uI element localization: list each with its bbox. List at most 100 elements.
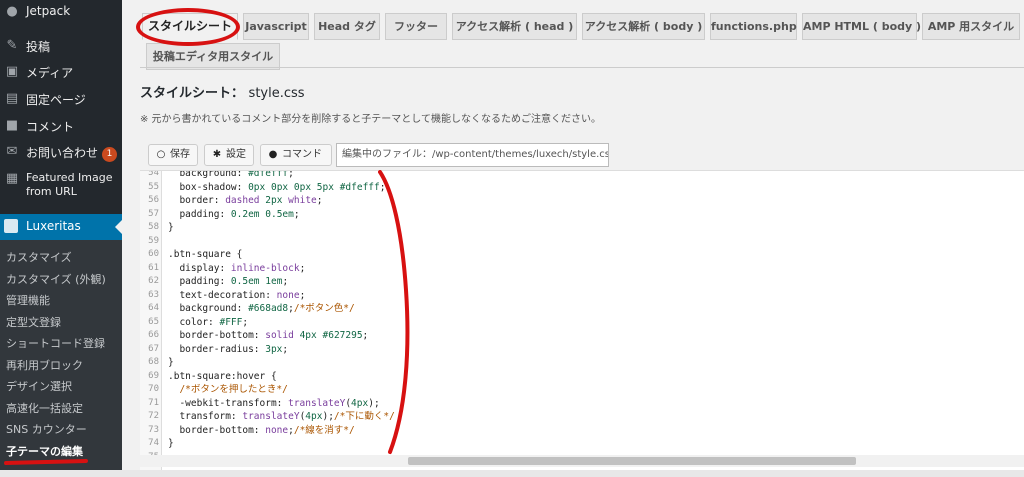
code-line[interactable]: 55 box-shadow: 0px 0px 0px 5px #dfefff; xyxy=(140,181,1024,195)
save-icon: ○ xyxy=(156,149,166,160)
tab-javascript[interactable]: Javascript xyxy=(243,13,309,40)
line-number: 57 xyxy=(148,208,159,219)
code-line[interactable]: 70 /*ボタンを押したとき*/ xyxy=(140,383,1024,397)
horizontal-scrollbar[interactable] xyxy=(140,455,1024,467)
submenu-child-theme-edit[interactable]: 子テーマの編集 xyxy=(6,443,83,459)
media-icon: ▣ xyxy=(5,64,19,79)
code-text: display: inline-block; xyxy=(168,262,306,274)
code-line[interactable]: 60 .btn-square { xyxy=(140,248,1024,262)
tab-amp-html[interactable]: AMP HTML ( body ) xyxy=(802,13,921,40)
sidebar-item-posts[interactable]: ✎ 投稿 xyxy=(0,38,122,54)
tab-editor-style[interactable]: 投稿エディタ用スタイル xyxy=(146,43,280,70)
line-number: 74 xyxy=(148,438,159,448)
code-line[interactable]: 72 transform: translateY(4px);/*下に動く*/ xyxy=(140,410,1024,424)
code-text: } xyxy=(168,222,174,233)
code-line[interactable]: 71 -webkit-transform: translateY(4px); xyxy=(140,397,1024,411)
submenu-reusable-block[interactable]: 再利用ブロック xyxy=(6,357,83,373)
code-line[interactable]: 73 border-bottom: none;/*線を消す*/ xyxy=(140,424,1024,438)
code-line[interactable]: 56 border: dashed 2px white; xyxy=(140,194,1024,208)
page-title-filename: style.css xyxy=(248,86,305,101)
submenu-sns-counter[interactable]: SNS カウンター xyxy=(6,421,87,437)
code-line[interactable]: 69 .btn-square:hover { xyxy=(140,370,1024,384)
code-line[interactable]: 63 text-decoration: none; xyxy=(140,289,1024,303)
code-line[interactable]: 61 display: inline-block; xyxy=(140,262,1024,276)
code-text: color: #FFF; xyxy=(168,316,249,328)
submenu-management[interactable]: 管理機能 xyxy=(6,292,50,308)
code-text: .btn-square:hover { xyxy=(168,370,277,382)
save-button[interactable]: ○ 保存 xyxy=(148,144,198,166)
submenu-customize[interactable]: カスタマイズ xyxy=(6,249,72,265)
contact-label: お問い合わせ xyxy=(26,146,99,160)
line-number: 60 xyxy=(148,249,159,259)
page-icon: ▤ xyxy=(5,91,19,106)
code-text: background: #dfefff; xyxy=(168,170,294,179)
main-content: スタイルシート Javascript Head タグ フッター アクセス解析 (… xyxy=(122,0,1024,470)
tab-head-tag[interactable]: Head タグ xyxy=(314,13,380,40)
line-number: 70 xyxy=(148,384,159,394)
line-number: 71 xyxy=(148,397,159,408)
sidebar-item-jetpack[interactable]: ● Jetpack xyxy=(0,4,122,20)
annotation-circle xyxy=(136,8,240,46)
code-text: transform: translateY(4px);/*下に動く*/ xyxy=(168,411,395,422)
bottom-strip xyxy=(0,470,1024,477)
line-number: 69 xyxy=(148,370,159,381)
code-text: border-bottom: none;/*線を消す*/ xyxy=(168,424,355,436)
code-line[interactable]: 62 padding: 0.5em 1em; xyxy=(140,275,1024,289)
sidebar-item-luxeritas[interactable]: Luxeritas xyxy=(0,214,122,240)
code-text: box-shadow: 0px 0px 0px 5px #dfefff; xyxy=(168,181,386,193)
annotation-bracket xyxy=(378,170,410,454)
code-line[interactable]: 64 background: #668ad8;/*ボタン色*/ xyxy=(140,302,1024,316)
notice-text: ※ 元から書かれているコメント部分を削除すると子テーマとして機能しなくなるためご… xyxy=(140,114,601,125)
featured-image-label-2: from URL xyxy=(26,185,77,198)
code-line[interactable]: 59 xyxy=(140,235,1024,249)
code-line[interactable]: 58} xyxy=(140,221,1024,235)
lightbulb-icon: ● xyxy=(268,149,278,160)
admin-sidebar: ● Jetpack ✎ 投稿 ▣ メディア ▤ 固定ページ ■ コメント ✉ お… xyxy=(0,0,122,470)
submenu-speed[interactable]: 高速化一括設定 xyxy=(6,400,83,416)
tab-analytics-head[interactable]: アクセス解析 ( head ) xyxy=(452,13,577,40)
code-line[interactable]: 54 background: #dfefff; xyxy=(140,170,1024,181)
tab-functions-php[interactable]: functions.php xyxy=(710,13,797,40)
command-button[interactable]: ● コマンド xyxy=(260,144,332,166)
tab-amp-style[interactable]: AMP 用スタイル xyxy=(922,13,1020,40)
code-line[interactable]: 65 color: #FFF; xyxy=(140,316,1024,330)
featured-image-label-1: Featured Image xyxy=(26,171,113,184)
sidebar-item-media[interactable]: ▣ メディア xyxy=(0,64,122,80)
code-line[interactable]: 68} xyxy=(140,356,1024,370)
code-text: -webkit-transform: translateY(4px); xyxy=(168,397,380,409)
tab-analytics-body[interactable]: アクセス解析 ( body ) xyxy=(582,13,705,40)
submenu-shortcode[interactable]: ショートコード登録 xyxy=(6,335,105,351)
page-title-label: スタイルシート： xyxy=(140,86,245,101)
line-number: 55 xyxy=(148,181,159,192)
sidebar-item-pages[interactable]: ▤ 固定ページ xyxy=(0,91,122,107)
notification-badge: 1 xyxy=(102,147,118,162)
line-number: 68 xyxy=(148,357,159,367)
sidebar-item-comments[interactable]: ■ コメント xyxy=(0,118,122,134)
code-line[interactable]: 66 border-bottom: solid 4px #627295; xyxy=(140,329,1024,343)
tab-divider xyxy=(140,67,1024,68)
sidebar-submenu: カスタマイズ カスタマイズ (外観) 管理機能 定型文登録 ショートコード登録 … xyxy=(0,240,122,470)
submenu-template[interactable]: 定型文登録 xyxy=(6,314,61,330)
code-text: border-bottom: solid 4px #627295; xyxy=(168,330,369,341)
code-line[interactable]: 57 padding: 0.2em 0.5em; xyxy=(140,208,1024,222)
sidebar-item-featured-image[interactable]: ▦ Featured Image from URL xyxy=(0,171,122,201)
code-text: padding: 0.5em 1em; xyxy=(168,276,289,287)
code-text: border-radius: 3px; xyxy=(168,343,289,355)
settings-button[interactable]: ✱ 設定 xyxy=(204,144,254,166)
code-editor[interactable]: 54 background: #dfefff; 55 box-shadow: 0p… xyxy=(140,170,1024,470)
sidebar-item-contact[interactable]: ✉ お問い合わせ 1 xyxy=(0,144,122,162)
code-text: /*ボタンを押したとき*/ xyxy=(179,384,288,395)
submenu-design[interactable]: デザイン選択 xyxy=(6,378,72,394)
pin-icon: ✎ xyxy=(6,38,18,53)
code-text: padding: 0.2em 0.5em; xyxy=(168,208,300,220)
file-path-field: 編集中のファイル：/wp-content/themes/luxech/style… xyxy=(336,143,609,167)
submenu-customize-appearance[interactable]: カスタマイズ (外観) xyxy=(6,271,106,287)
code-text: } xyxy=(168,438,174,449)
comment-icon: ■ xyxy=(5,118,19,133)
tab-footer[interactable]: フッター xyxy=(385,13,447,40)
code-line[interactable]: 74} xyxy=(140,437,1024,451)
scrollbar-thumb[interactable] xyxy=(408,457,856,465)
line-number: 54 xyxy=(148,170,159,178)
code-text: } xyxy=(168,357,174,368)
code-line[interactable]: 67 border-radius: 3px; xyxy=(140,343,1024,357)
